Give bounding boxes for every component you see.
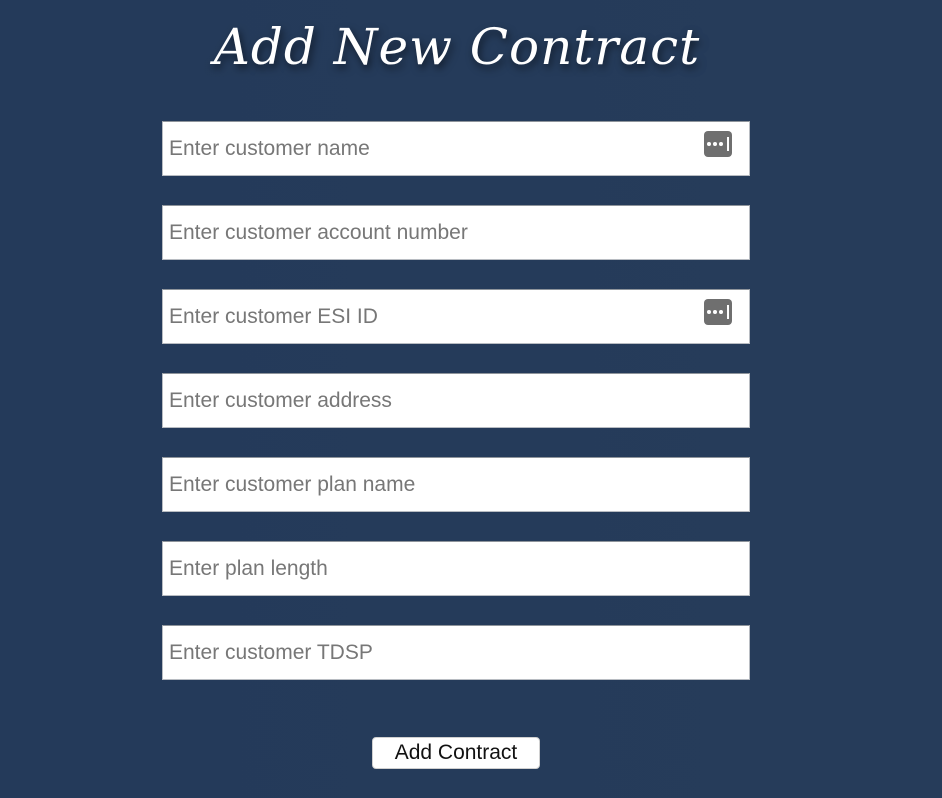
customer-plan-name-field — [162, 457, 750, 512]
customer-name-field — [162, 121, 750, 176]
plan-length-field — [162, 541, 750, 596]
customer-tdsp-input[interactable] — [162, 625, 750, 680]
customer-account-number-field — [162, 205, 750, 260]
add-contract-form — [162, 121, 750, 709]
customer-tdsp-field — [162, 625, 750, 680]
customer-esi-id-input[interactable] — [162, 289, 750, 344]
autofill-key-icon[interactable] — [704, 131, 732, 157]
customer-esi-id-field — [162, 289, 750, 344]
page-title: Add New Contract — [213, 18, 701, 76]
autofill-key-icon[interactable] — [704, 299, 732, 325]
add-contract-button[interactable]: Add Contract — [372, 737, 540, 769]
customer-address-input[interactable] — [162, 373, 750, 428]
customer-account-number-input[interactable] — [162, 205, 750, 260]
customer-address-field — [162, 373, 750, 428]
plan-length-input[interactable] — [162, 541, 750, 596]
customer-plan-name-input[interactable] — [162, 457, 750, 512]
customer-name-input[interactable] — [162, 121, 750, 176]
